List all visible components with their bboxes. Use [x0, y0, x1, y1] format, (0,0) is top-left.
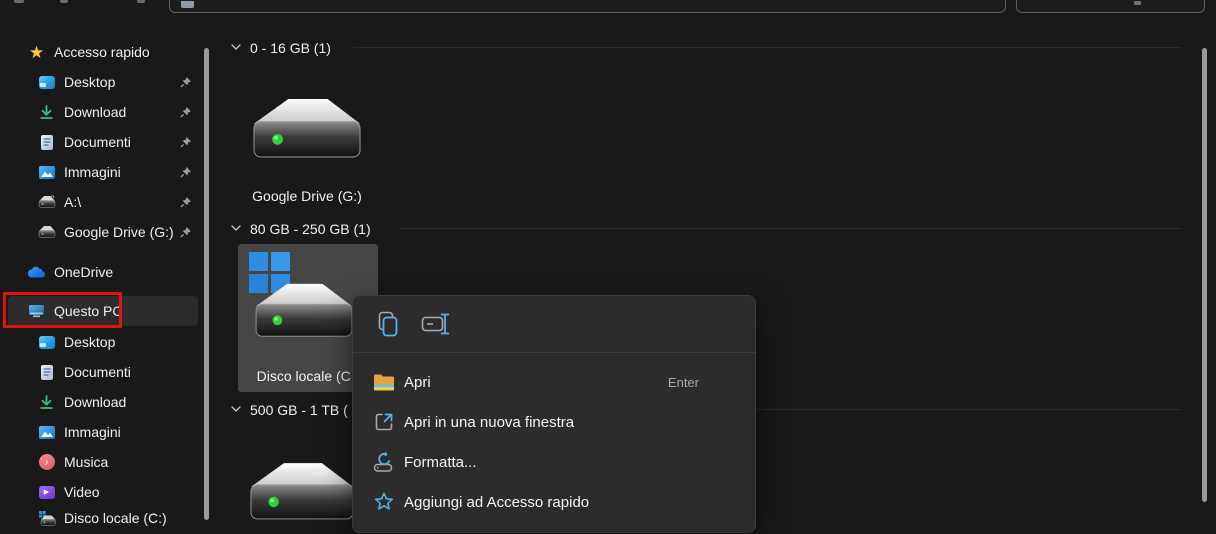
sidebar-item-label: Documenti	[64, 364, 131, 380]
group-header[interactable]: 80 GB - 250 GB (1)	[250, 221, 371, 237]
floppy-drive-icon: ?	[37, 193, 56, 211]
sidebar-item-musica[interactable]: ♪ Musica	[8, 447, 198, 477]
hard-drive-icon	[255, 283, 353, 338]
menu-item-label: Aggiungi ad Accesso rapido	[404, 494, 589, 511]
chevron-down-icon[interactable]	[231, 405, 241, 413]
menu-item-label: Apri in una nuova finestra	[404, 414, 574, 431]
group-header[interactable]: 0 - 16 GB (1)	[250, 40, 331, 56]
menu-item-apri-nuova-finestra[interactable]: Apri in una nuova finestra	[353, 402, 755, 442]
navigation-pane: ★ Accesso rapido Desktop Download Docume…	[0, 14, 213, 520]
this-pc-icon	[181, 1, 194, 8]
pin-icon	[180, 166, 192, 178]
download-icon	[37, 103, 56, 121]
sidebar-item-label: Disco locale (C:)	[64, 510, 167, 526]
sidebar-item-label: Video	[64, 484, 100, 500]
context-menu: Apri Enter Apri in una nuova finestra	[352, 295, 756, 533]
music-icon: ♪	[37, 453, 56, 471]
sidebar-item-accesso-rapido[interactable]: ★ Accesso rapido	[8, 37, 198, 67]
drive-label: Google Drive (G:)	[240, 188, 374, 204]
pin-icon	[180, 106, 192, 118]
toolbar-remnant-icon[interactable]	[137, 0, 145, 3]
folder-open-icon	[373, 373, 395, 392]
sidebar-item-a-drive[interactable]: ? A:\	[8, 187, 198, 217]
star-outline-icon	[373, 491, 395, 513]
menu-item-label: Apri	[404, 374, 431, 391]
sidebar-item-label: Accesso rapido	[54, 44, 150, 60]
address-bar[interactable]	[169, 0, 1006, 13]
document-icon	[37, 363, 56, 381]
video-icon: ▶	[37, 483, 56, 501]
sidebar-item-immagini-pc[interactable]: Immagini	[8, 417, 198, 447]
sidebar-item-desktop-pc[interactable]: Desktop	[8, 327, 198, 357]
pin-icon	[180, 136, 192, 148]
sidebar-item-label: Immagini	[64, 164, 121, 180]
sidebar-item-label: Desktop	[64, 334, 115, 350]
pin-icon	[180, 226, 192, 238]
sidebar-item-download[interactable]: Download	[8, 97, 198, 127]
menu-item-apri[interactable]: Apri Enter	[353, 362, 755, 402]
context-menu-items: Apri Enter Apri in una nuova finestra	[353, 353, 755, 522]
open-new-window-icon	[373, 411, 395, 433]
sidebar-item-label: A:\	[64, 194, 81, 210]
rename-icon[interactable]	[421, 311, 453, 337]
sidebar-item-desktop[interactable]: Desktop	[8, 67, 198, 97]
download-icon	[37, 393, 56, 411]
menu-item-label: Formatta...	[404, 454, 477, 471]
desktop-icon	[37, 333, 56, 351]
search-box[interactable]	[1016, 0, 1205, 13]
copy-icon[interactable]	[376, 311, 400, 337]
menu-item-shortcut: Enter	[668, 375, 699, 390]
onedrive-icon	[27, 263, 46, 281]
sidebar-item-google-drive[interactable]: Google Drive (G:)	[8, 217, 198, 247]
pictures-icon	[37, 163, 56, 181]
hard-drive-icon	[253, 98, 361, 159]
sidebar-item-label: OneDrive	[54, 264, 113, 280]
menu-item-aggiungi-accesso-rapido[interactable]: Aggiungi ad Accesso rapido	[353, 482, 755, 522]
sidebar-item-label: Desktop	[64, 74, 115, 90]
desktop-icon	[37, 73, 56, 91]
pin-icon	[180, 76, 192, 88]
sidebar-item-download-pc[interactable]: Download	[8, 387, 198, 417]
drive-tile-google-drive[interactable]: Google Drive (G:)	[240, 62, 374, 212]
group-divider	[353, 47, 1181, 48]
sidebar-scrollbar[interactable]	[204, 48, 209, 520]
drive-icon	[37, 223, 56, 241]
sidebar-item-label: Google Drive (G:)	[64, 224, 174, 240]
sidebar-item-documenti-pc[interactable]: Documenti	[8, 357, 198, 387]
question-mark: ?	[50, 196, 54, 203]
toolbar-remnant-icon[interactable]	[14, 0, 24, 3]
search-icon	[1134, 1, 1141, 5]
chevron-down-icon[interactable]	[231, 224, 241, 232]
sidebar-item-onedrive[interactable]: OneDrive	[8, 257, 198, 287]
pin-icon	[180, 196, 192, 208]
content-scrollbar[interactable]	[1202, 48, 1207, 502]
group-header[interactable]: 500 GB - 1 TB (	[250, 402, 348, 418]
annotation-highlight-questo-pc	[3, 292, 122, 328]
star-icon: ★	[27, 43, 46, 61]
sidebar-item-label: Musica	[64, 454, 108, 470]
sidebar-item-label: Documenti	[64, 134, 131, 150]
sidebar-item-label: Download	[64, 394, 126, 410]
sidebar-item-immagini[interactable]: Immagini	[8, 157, 198, 187]
format-drive-icon	[373, 451, 395, 473]
chevron-down-icon[interactable]	[231, 43, 241, 51]
os-drive-icon	[37, 509, 56, 527]
pictures-icon	[37, 423, 56, 441]
hard-drive-icon	[250, 462, 354, 521]
toolbar-remnant-icon[interactable]	[60, 0, 68, 3]
sidebar-item-label: Download	[64, 104, 126, 120]
sidebar-item-documenti[interactable]: Documenti	[8, 127, 198, 157]
group-divider	[400, 228, 1181, 229]
sidebar-item-label: Immagini	[64, 424, 121, 440]
context-menu-quick-actions	[353, 296, 755, 352]
menu-item-formatta[interactable]: Formatta...	[353, 442, 755, 482]
sidebar-item-disco-locale[interactable]: Disco locale (C:)	[8, 503, 198, 533]
document-icon	[37, 133, 56, 151]
